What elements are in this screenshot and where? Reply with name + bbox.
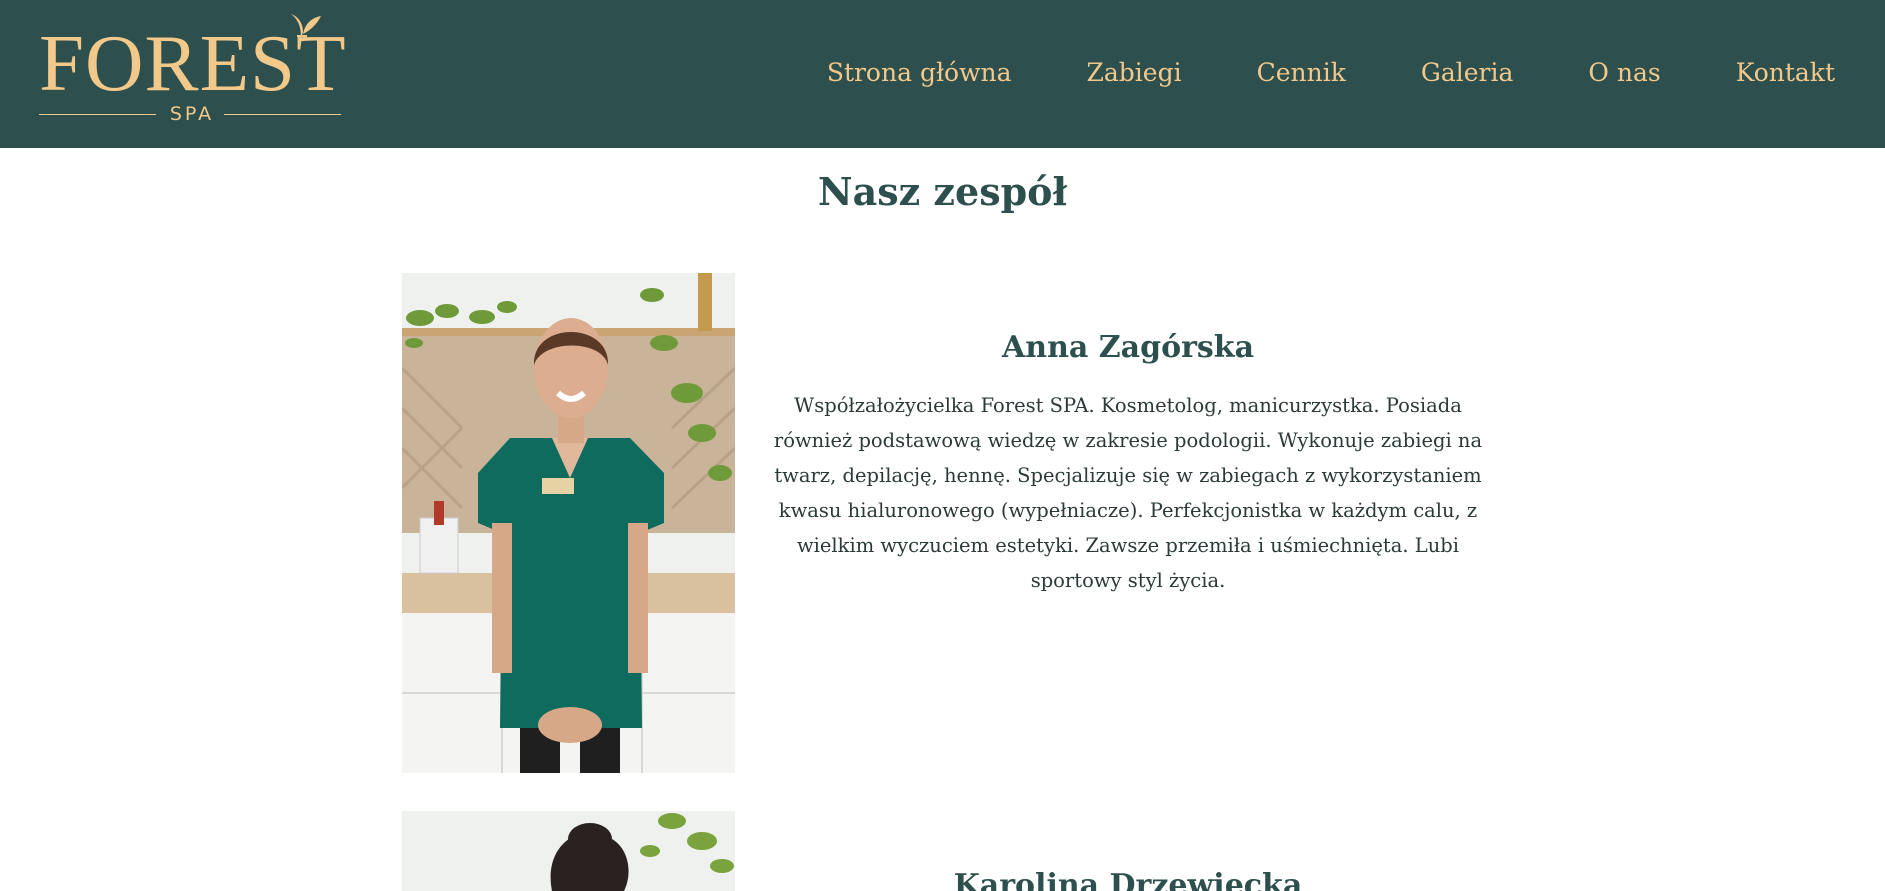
nav-item-treatments[interactable]: Zabiegi [1087,53,1182,93]
logo-subtitle: SPA [169,103,215,125]
logo[interactable]: FOREST SPA [39,10,347,126]
member-photo [402,811,735,891]
member-bio: Współzałożycielka Forest SPA. Kosmetolog… [773,394,1483,592]
logo-wordmark: FOREST [39,18,347,108]
nav-item-gallery[interactable]: Galeria [1421,53,1514,93]
logo-divider-left [39,114,156,115]
logo-divider-right [224,114,341,115]
member-name: Anna Zagórska [1001,330,1255,365]
member-photo [402,273,735,773]
logo-subline: SPA [39,102,344,126]
member-photo-image [402,273,735,773]
nav-item-about[interactable]: O nas [1588,53,1660,93]
section-title: Nasz zespół [817,169,1068,214]
nav-item-contact[interactable]: Kontakt [1736,53,1835,93]
site-header: FOREST SPA Strona główna Zabiegi Cennik … [0,0,1885,148]
main-nav: Strona główna Zabiegi Cennik Galeria O n… [827,53,1835,93]
member-photo-image [402,811,735,891]
member-name: Karolina Drzewiecka [953,868,1303,891]
member-info: Karolina Drzewiecka [754,811,1502,891]
nav-item-pricing[interactable]: Cennik [1257,53,1346,93]
member-info: Anna Zagórska Współzałożycielka Forest S… [754,273,1502,598]
nav-item-home[interactable]: Strona główna [827,53,1012,93]
